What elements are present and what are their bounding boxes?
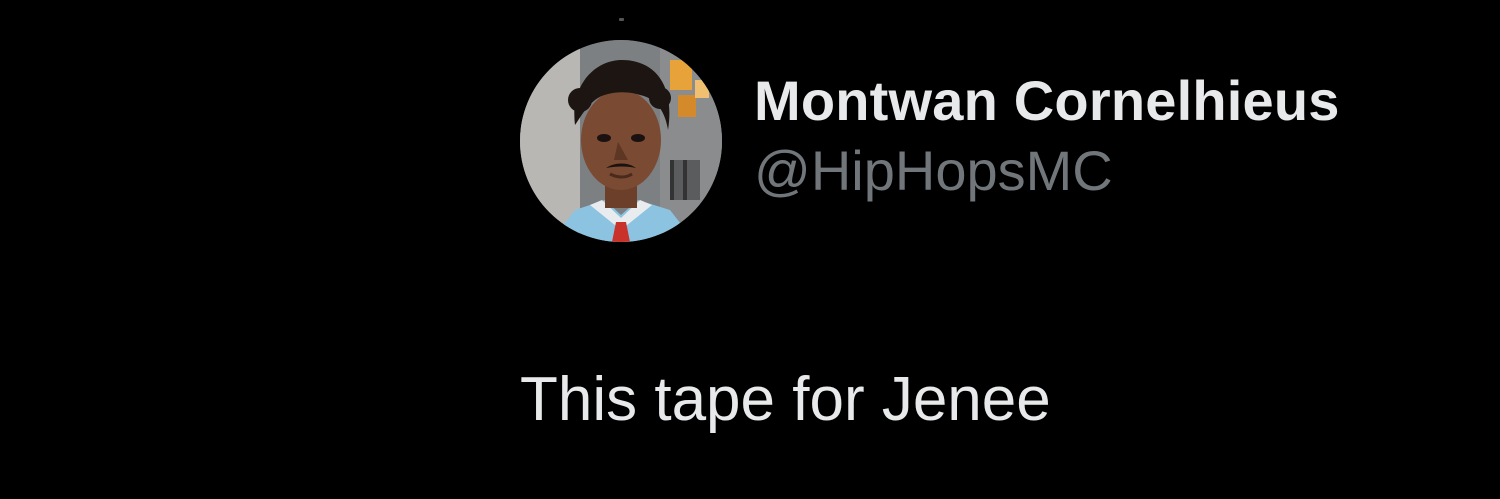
tweet-card[interactable]: Montwan Cornelhieus @HipHopsMC This tape… — [520, 40, 1480, 460]
tweet-text: This tape for Jenee — [520, 365, 1051, 434]
avatar[interactable] — [520, 40, 722, 242]
profile-photo-icon — [520, 40, 722, 242]
status-notch — [619, 18, 624, 21]
author-names[interactable]: Montwan Cornelhieus @HipHopsMC — [754, 68, 1340, 204]
user-handle[interactable]: @HipHopsMC — [754, 138, 1340, 204]
display-name[interactable]: Montwan Cornelhieus — [754, 68, 1340, 134]
